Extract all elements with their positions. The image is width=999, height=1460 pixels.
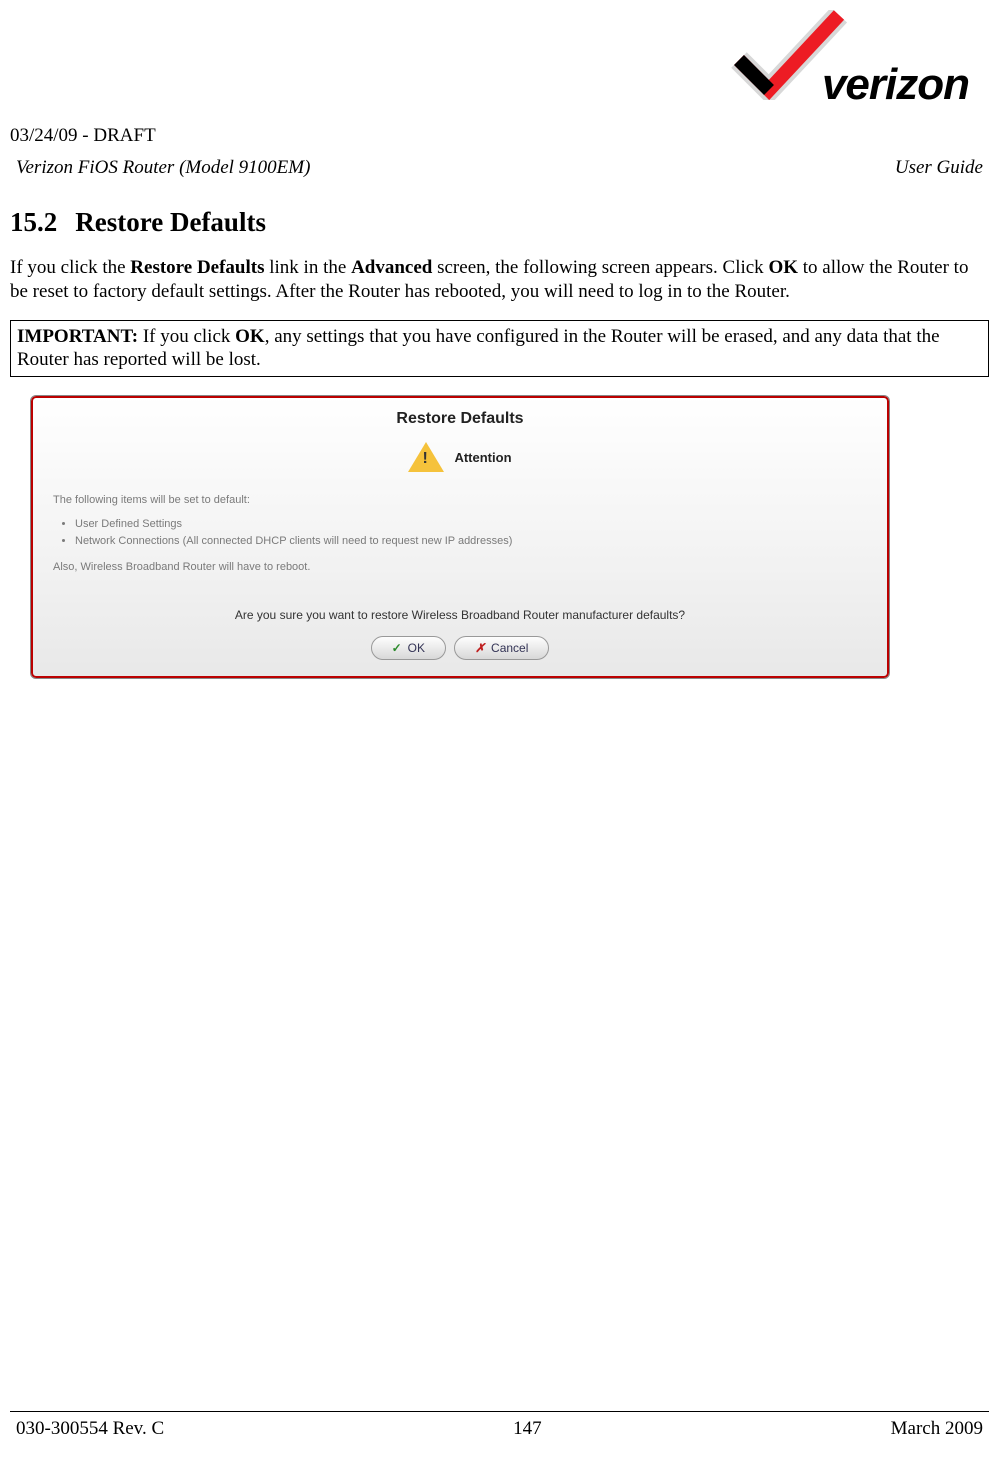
section-number: 15.2 [10,207,57,237]
section-title: Restore Defaults [75,207,266,237]
page-footer: 030-300554 Rev. C 147 March 2009 [10,1411,989,1440]
footer-divider [10,1411,989,1412]
dialog-also: Also, Wireless Broadband Router will hav… [53,559,867,577]
section-heading: 15.2 Restore Defaults [10,207,989,238]
confirm-question: Are you sure you want to restore Wireles… [31,608,889,622]
ok-button-label: OK [408,641,425,655]
ok-button[interactable]: ✓ OK [371,636,446,660]
important-callout: IMPORTANT: If you click OK, any settings… [10,320,989,378]
footer-rev: 030-300554 Rev. C [16,1418,164,1440]
section-body: If you click the Restore Defaults link i… [10,256,989,304]
dialog-intro: The following items will be set to defau… [53,492,867,510]
footer-page: 147 [513,1418,542,1440]
brand-logo: verizon [689,10,969,120]
product-name: Verizon FiOS Router (Model 9100EM) [16,157,310,179]
list-item: Network Connections (All connected DHCP … [75,533,867,551]
attention-label: Attention [454,450,511,465]
warning-icon [408,442,444,472]
logo-wordmark: verizon [822,60,969,110]
doc-type: User Guide [895,157,983,179]
footer-date: March 2009 [891,1418,983,1440]
list-item: User Defined Settings [75,516,867,534]
restore-defaults-dialog: Restore Defaults Attention The following… [30,395,890,679]
dialog-title: Restore Defaults [31,404,889,442]
check-icon: ✓ [392,641,402,655]
x-icon: ✗ [475,641,485,655]
cancel-button-label: Cancel [491,641,528,655]
cancel-button[interactable]: ✗ Cancel [454,636,549,660]
